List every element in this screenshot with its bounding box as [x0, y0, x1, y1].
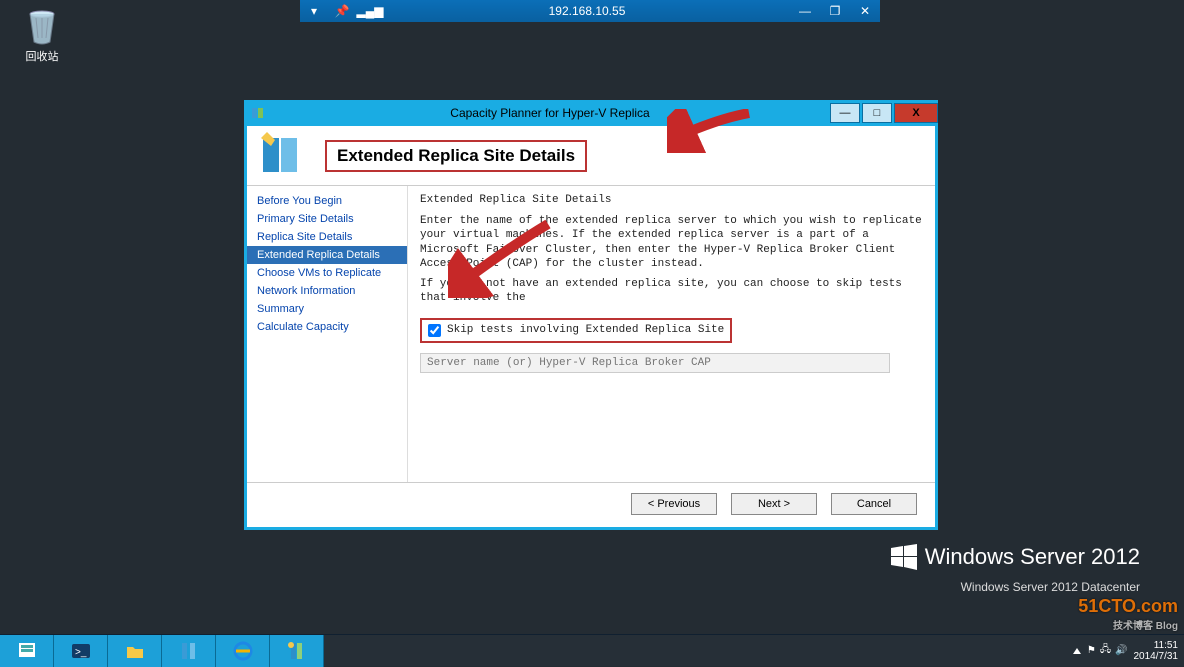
nav-before-you-begin[interactable]: Before You Begin: [247, 192, 407, 210]
remote-close-button[interactable]: ✕: [850, 0, 880, 22]
nav-calculate-capacity[interactable]: Calculate Capacity: [247, 318, 407, 336]
tray-time: 11:51: [1154, 640, 1178, 651]
window-titlebar[interactable]: Capacity Planner for Hyper-V Replica — □…: [244, 100, 938, 126]
watermark-sub: 技术博客 Blog: [1078, 617, 1178, 632]
window-minimize-button[interactable]: —: [830, 103, 860, 123]
tray-flag-icon[interactable]: ⚑: [1087, 645, 1096, 656]
remote-minimize-button[interactable]: —: [790, 0, 820, 22]
nav-extended-replica-details[interactable]: Extended Replica Details: [247, 246, 407, 264]
server-name-input: [420, 353, 890, 373]
brand-text: Windows Server 2012: [925, 544, 1140, 570]
tray-sound-icon[interactable]: 🔊: [1115, 645, 1127, 656]
wizard-heading-highlight: Extended Replica Site Details: [325, 140, 587, 172]
skip-tests-label: Skip tests involving Extended Replica Si…: [447, 324, 724, 336]
tray-overflow-icon[interactable]: [1073, 648, 1081, 654]
nav-network-information[interactable]: Network Information: [247, 282, 407, 300]
remote-session-bar: ▾ 📌 ▂▄▆ 192.168.10.55 — ❐ ✕: [300, 0, 880, 22]
content-paragraph-1: Enter the name of the extended replica s…: [420, 214, 923, 271]
previous-button[interactable]: < Previous: [631, 493, 717, 515]
cancel-button[interactable]: Cancel: [831, 493, 917, 515]
recycle-bin-label: 回收站: [12, 48, 72, 64]
taskbar-hyperv[interactable]: [162, 635, 216, 667]
servers-icon: [257, 132, 317, 180]
windows-logo-icon: [891, 544, 917, 570]
nav-summary[interactable]: Summary: [247, 300, 407, 318]
next-button[interactable]: Next >: [731, 493, 817, 515]
wizard-header: Extended Replica Site Details: [247, 126, 935, 186]
nav-replica-site-details[interactable]: Replica Site Details: [247, 228, 407, 246]
wizard-nav: Before You Begin Primary Site Details Re…: [247, 186, 407, 482]
watermark: 51CTO.com 技术博客 Blog: [1078, 596, 1178, 632]
tray-date: 2014/7/31: [1134, 651, 1179, 662]
taskbar-explorer[interactable]: [108, 635, 162, 667]
taskbar-server-manager[interactable]: [0, 635, 54, 667]
wizard-footer: < Previous Next > Cancel: [247, 482, 935, 524]
taskbar-capacity-planner[interactable]: [270, 635, 324, 667]
remote-restore-button[interactable]: ❐: [820, 0, 850, 22]
recycle-bin-icon: [22, 6, 62, 46]
window-title: Capacity Planner for Hyper-V Replica: [272, 106, 828, 120]
tray-icons[interactable]: ⚑ 🖧 🔊: [1087, 642, 1128, 659]
content-section-title: Extended Replica Site Details: [420, 194, 923, 206]
tray-network-icon[interactable]: 🖧: [1100, 642, 1111, 659]
edition-text: Windows Server 2012 Datacenter: [961, 580, 1140, 594]
taskbar-ie[interactable]: [216, 635, 270, 667]
watermark-main: 51CTO.com: [1078, 596, 1178, 616]
window-maximize-button[interactable]: □: [862, 103, 892, 123]
app-icon: [250, 105, 266, 121]
content-paragraph-2: If you do not have an extended replica s…: [420, 277, 923, 306]
skip-tests-highlight: Skip tests involving Extended Replica Si…: [420, 318, 732, 343]
remote-address: 192.168.10.55: [384, 4, 790, 18]
skip-tests-checkbox[interactable]: [428, 324, 441, 337]
svg-text:>_: >_: [75, 647, 87, 658]
windows-server-brand: Windows Server 2012: [891, 544, 1140, 570]
taskbar: >_ ⚑ 🖧 🔊 11:51 2014/7/31: [0, 634, 1184, 666]
desktop-recycle-bin[interactable]: 回收站: [12, 6, 72, 64]
wizard-heading: Extended Replica Site Details: [337, 146, 575, 166]
remote-pin-icon[interactable]: 📌: [328, 4, 356, 18]
remote-signal-icon: ▂▄▆: [356, 4, 384, 18]
taskbar-powershell[interactable]: >_: [54, 635, 108, 667]
tray-clock[interactable]: 11:51 2014/7/31: [1134, 640, 1179, 662]
remote-dropdown-icon[interactable]: ▾: [300, 4, 328, 18]
nav-primary-site-details[interactable]: Primary Site Details: [247, 210, 407, 228]
system-tray[interactable]: ⚑ 🖧 🔊 11:51 2014/7/31: [1067, 635, 1184, 666]
window-close-button[interactable]: X: [894, 103, 938, 123]
wizard-content: Extended Replica Site Details Enter the …: [407, 186, 935, 482]
nav-choose-vms[interactable]: Choose VMs to Replicate: [247, 264, 407, 282]
wizard-window: Capacity Planner for Hyper-V Replica — □…: [244, 100, 938, 530]
